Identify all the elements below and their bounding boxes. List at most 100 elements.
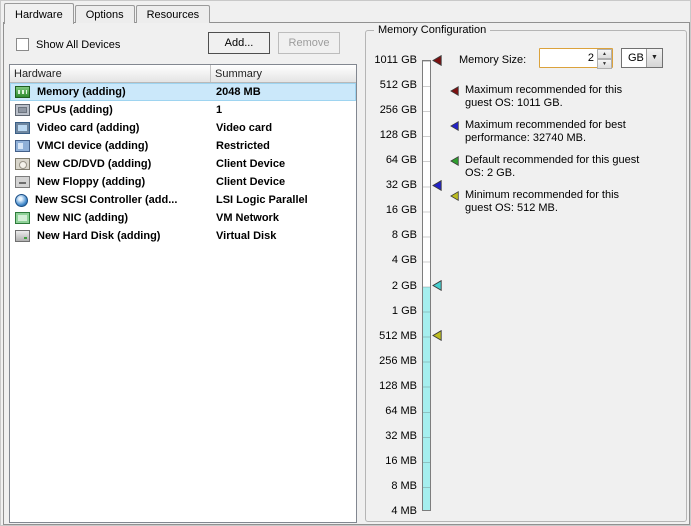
note-triangle-icon — [450, 191, 459, 201]
scale-label: 64 GB — [366, 154, 417, 166]
tab-options[interactable]: Options — [75, 5, 135, 23]
note-text: Minimum recommended for this guest OS: 5… — [465, 189, 641, 215]
tab-bar: HardwareOptionsResources — [4, 2, 211, 23]
scale-label: 2 GB — [366, 280, 417, 292]
note-text: Default recommended for this guest OS: 2… — [465, 154, 641, 180]
device-hardware-cell: New CD/DVD (adding) — [10, 158, 211, 170]
scale-label: 4 GB — [366, 254, 417, 266]
device-name: New Hard Disk (adding) — [37, 230, 160, 242]
device-summary: Video card — [211, 122, 356, 134]
note-triangle-icon — [450, 86, 459, 96]
device-summary: LSI Logic Parallel — [211, 194, 356, 206]
min-guest-os-marker — [432, 330, 442, 341]
spinner-control: ▲ ▼ — [597, 49, 612, 67]
memory-note: Minimum recommended for this guest OS: 5… — [450, 189, 674, 215]
show-all-devices-label: Show All Devices — [36, 39, 120, 51]
device-row[interactable]: New SCSI Controller (add... LSI Logic Par… — [10, 191, 356, 209]
show-all-devices[interactable]: Show All Devices — [16, 38, 120, 51]
tab-hardware[interactable]: Hardware — [4, 3, 74, 24]
device-hardware-cell: New Hard Disk (adding) — [10, 230, 211, 242]
memory-size-value[interactable]: 2 — [540, 49, 597, 67]
device-row[interactable]: VMCI device (adding) Restricted — [10, 137, 356, 155]
device-row[interactable]: New CD/DVD (adding) Client Device — [10, 155, 356, 173]
cpu-icon — [15, 104, 30, 116]
device-summary: Virtual Disk — [211, 230, 356, 242]
memory-unit-value: GB — [622, 49, 646, 67]
note-triangle-icon — [450, 121, 459, 131]
tab-resources[interactable]: Resources — [136, 5, 211, 23]
device-summary: Client Device — [211, 176, 356, 188]
note-text: Maximum recommended for this guest OS: 1… — [465, 84, 641, 110]
memory-note: Maximum recommended for this guest OS: 1… — [450, 84, 674, 110]
device-hardware-cell: CPUs (adding) — [10, 104, 211, 116]
dropdown-arrow-icon[interactable]: ▼ — [646, 49, 662, 67]
memory-size-input[interactable]: 2 ▲ ▼ — [539, 48, 613, 68]
device-row[interactable]: New Floppy (adding) Client Device — [10, 173, 356, 191]
device-row[interactable]: CPUs (adding) 1 — [10, 101, 356, 119]
device-hardware-cell: New Floppy (adding) — [10, 176, 211, 188]
note-text: Maximum recommended for best performance… — [465, 119, 641, 145]
device-table: Hardware Summary Memory (adding) 2048 MB C… — [9, 64, 357, 523]
spin-down-icon[interactable]: ▼ — [597, 59, 612, 69]
column-header-summary[interactable]: Summary — [211, 65, 356, 82]
device-summary: Restricted — [211, 140, 356, 152]
device-row[interactable]: New Hard Disk (adding) Virtual Disk — [10, 227, 356, 245]
device-name: New CD/DVD (adding) — [37, 158, 151, 170]
device-name: CPUs (adding) — [37, 104, 113, 116]
spin-up-icon[interactable]: ▲ — [597, 49, 612, 59]
device-table-body: Memory (adding) 2048 MB CPUs (adding) 1 Vide… — [10, 83, 356, 245]
memory-icon — [15, 86, 30, 98]
note-triangle-icon — [450, 156, 459, 166]
cd-icon — [15, 158, 30, 170]
video-icon — [15, 122, 30, 134]
nic-icon — [15, 212, 30, 224]
floppy-icon — [15, 176, 30, 188]
max-guest-os-marker — [432, 55, 442, 66]
device-name: New SCSI Controller (add... — [35, 194, 177, 206]
device-hardware-cell: New NIC (adding) — [10, 212, 211, 224]
scale-label: 4 MB — [366, 505, 417, 517]
device-summary: 2048 MB — [211, 86, 356, 98]
best-performance-marker — [432, 180, 442, 191]
vmci-icon — [15, 140, 30, 152]
memory-unit-dropdown[interactable]: GB ▼ — [621, 48, 663, 68]
device-row[interactable]: Video card (adding) Video card — [10, 119, 356, 137]
scale-label: 128 MB — [366, 380, 417, 392]
memory-size-label: Memory Size: — [459, 54, 526, 66]
group-title: Memory Configuration — [374, 24, 490, 36]
device-summary: VM Network — [211, 212, 356, 224]
memory-note: Maximum recommended for best performance… — [450, 119, 674, 145]
device-name: New Floppy (adding) — [37, 176, 145, 188]
memory-slider-thumb[interactable] — [432, 280, 442, 291]
scale-label: 16 GB — [366, 204, 417, 216]
scale-label: 8 GB — [366, 229, 417, 241]
add-button[interactable]: Add... — [208, 32, 270, 54]
device-row[interactable]: Memory (adding) 2048 MB — [10, 83, 356, 101]
memory-configuration-group: Memory Configuration 1011 GB512 GB256 GB… — [365, 30, 687, 522]
device-hardware-cell: VMCI device (adding) — [10, 140, 211, 152]
scale-label: 1011 GB — [366, 54, 417, 66]
scale-label: 256 MB — [366, 355, 417, 367]
device-summary: Client Device — [211, 158, 356, 170]
scale-label: 32 GB — [366, 179, 417, 191]
memory-slider-track[interactable] — [422, 60, 431, 511]
show-all-devices-checkbox[interactable] — [16, 38, 29, 51]
vm-settings-dialog: HardwareOptionsResources Show All Device… — [0, 0, 691, 526]
memory-note: Default recommended for this guest OS: 2… — [450, 154, 674, 180]
device-hardware-cell: Memory (adding) — [10, 86, 211, 98]
column-header-hardware[interactable]: Hardware — [10, 65, 211, 82]
device-name: VMCI device (adding) — [37, 140, 148, 152]
scale-label: 128 GB — [366, 129, 417, 141]
device-row[interactable]: New NIC (adding)VM Network — [10, 209, 356, 227]
scale-label: 256 GB — [366, 104, 417, 116]
device-hardware-cell: New SCSI Controller (add... — [10, 194, 211, 207]
scale-label: 16 MB — [366, 455, 417, 467]
device-name: Memory (adding) — [37, 86, 126, 98]
scale-label: 1 GB — [366, 305, 417, 317]
scale-label: 512 GB — [366, 79, 417, 91]
device-summary: 1 — [211, 104, 356, 116]
remove-button[interactable]: Remove — [278, 32, 340, 54]
device-hardware-cell: Video card (adding) — [10, 122, 211, 134]
device-name: Video card (adding) — [37, 122, 139, 134]
table-header: Hardware Summary — [10, 65, 356, 83]
